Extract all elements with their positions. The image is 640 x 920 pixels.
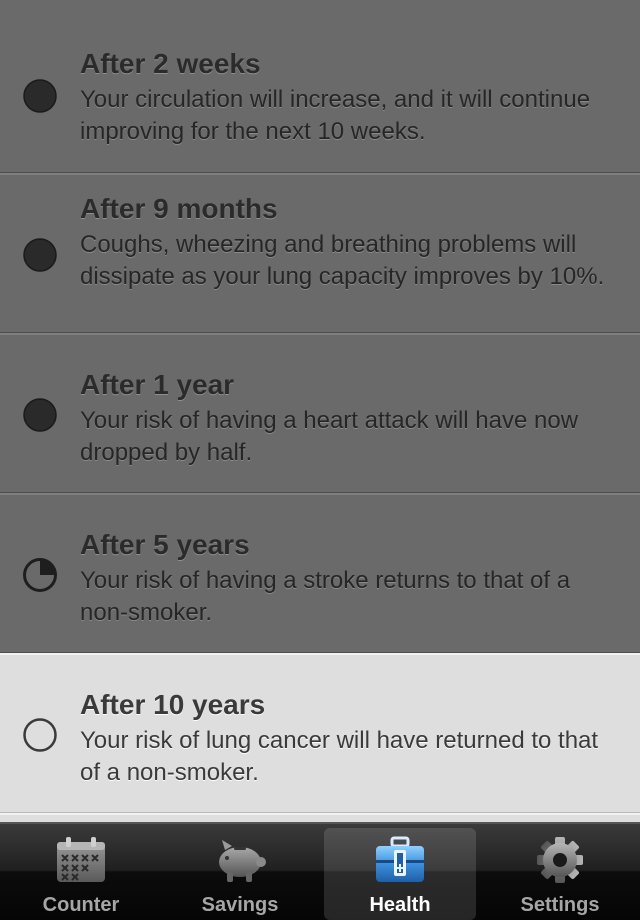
medical-kit-icon bbox=[376, 836, 424, 882]
milestone-row[interactable]: After 5 years Your risk of having a stro… bbox=[0, 493, 640, 653]
milestone-title: After 2 weeks bbox=[80, 48, 261, 79]
calendar-icon bbox=[57, 837, 105, 882]
milestone-description: Your risk of lung cancer will have retur… bbox=[80, 727, 599, 786]
milestone-description: Coughs, wheezing and breathing problems … bbox=[80, 231, 605, 290]
milestone-complete-icon bbox=[23, 79, 57, 113]
milestone-title: After 10 years bbox=[80, 689, 266, 720]
milestone-row[interactable]: After 1 year Your risk of having a heart… bbox=[0, 333, 640, 493]
tab-label: Health bbox=[369, 894, 431, 916]
milestone-progress-icon bbox=[23, 558, 57, 592]
gear-icon bbox=[537, 837, 583, 883]
milestone-title: After 9 months bbox=[80, 193, 278, 224]
milestone-description: Your circulation will increase, and it w… bbox=[80, 86, 591, 145]
tab-label: Settings bbox=[520, 894, 600, 916]
milestone-list[interactable]: After 2 weeks Your circulation will incr… bbox=[0, 0, 640, 822]
tab-counter[interactable]: Counter bbox=[5, 828, 157, 920]
tab-label: Savings bbox=[201, 894, 279, 916]
milestone-complete-icon bbox=[23, 398, 57, 432]
milestone-pending-icon bbox=[23, 718, 57, 752]
tab-savings[interactable]: Savings bbox=[164, 828, 316, 920]
milestone-title: After 1 year bbox=[80, 369, 235, 400]
milestone-row[interactable]: After 2 weeks Your circulation will incr… bbox=[0, 0, 640, 173]
piggy-bank-icon bbox=[219, 840, 266, 882]
milestone-description: Your risk of having a stroke returns to … bbox=[80, 567, 571, 626]
milestone-title: After 5 years bbox=[80, 529, 250, 560]
tab-settings[interactable]: Settings bbox=[484, 828, 636, 920]
milestone-row[interactable]: After 10 years Your risk of lung cancer … bbox=[0, 653, 640, 813]
tab-bar: Counter Savings Health Settings bbox=[0, 822, 640, 920]
milestone-row[interactable]: After 9 months Coughs, wheezing and brea… bbox=[0, 173, 640, 333]
milestone-row-partial bbox=[0, 813, 640, 822]
milestone-description: Your risk of having a heart attack will … bbox=[80, 407, 579, 466]
tab-health[interactable]: Health bbox=[324, 828, 476, 920]
milestone-complete-icon bbox=[23, 238, 57, 272]
tab-label: Counter bbox=[42, 894, 120, 916]
